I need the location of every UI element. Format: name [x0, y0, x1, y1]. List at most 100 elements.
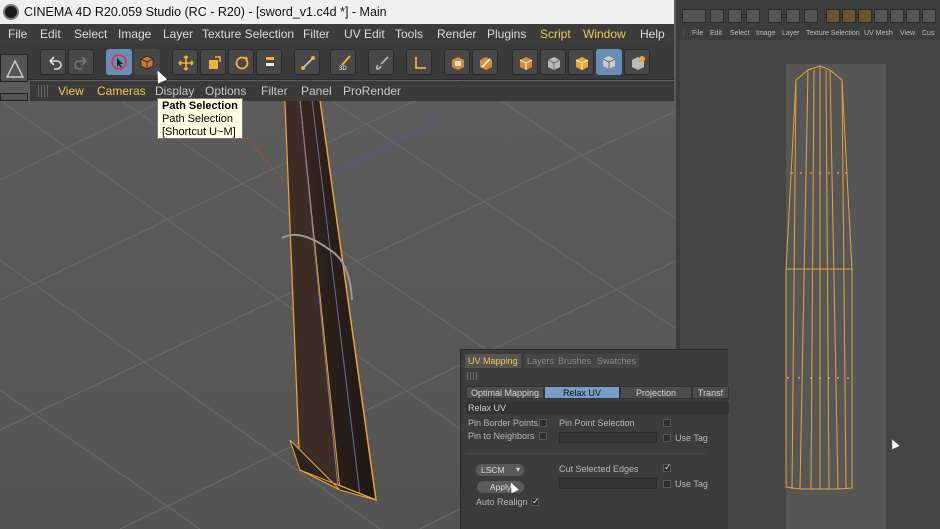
pin-point-selection-label: Pin Point Selection	[559, 418, 635, 428]
pin-border-points-checkbox[interactable]	[539, 419, 547, 427]
menu-script[interactable]: Script	[540, 24, 571, 44]
uv-tool-8-button[interactable]	[826, 9, 840, 23]
menu-image[interactable]: Image	[118, 24, 151, 44]
uv-tool-9-button[interactable]	[842, 9, 856, 23]
tab-optimal-mapping[interactable]: Optimal Mapping	[466, 386, 544, 399]
menu-plugins[interactable]: Plugins	[487, 24, 526, 44]
tab-brushes[interactable]: Brushes	[555, 354, 595, 368]
menu-window[interactable]: Window	[583, 24, 626, 44]
magnet-button[interactable]	[256, 49, 282, 75]
cut-selected-edges-checkbox[interactable]	[663, 462, 672, 473]
undo-icon	[49, 56, 62, 70]
cut-selected-edges-label: Cut Selected Edges	[559, 464, 639, 474]
viewport-menu-panel[interactable]: Panel	[301, 81, 332, 101]
uv-tool-2-button[interactable]	[710, 9, 724, 23]
auto-realign-label: Auto Realign	[476, 497, 528, 507]
auto-realign-checkbox[interactable]	[531, 496, 540, 507]
uv-tool-6-button[interactable]	[786, 9, 800, 23]
uv-menu-file[interactable]: File	[692, 28, 703, 40]
view-cube-4-icon	[602, 56, 616, 69]
scale-button[interactable]	[200, 49, 226, 75]
redo-icon	[74, 56, 87, 70]
view-cube-4-button[interactable]	[596, 49, 622, 75]
side-tool-button[interactable]	[0, 54, 28, 82]
tab-relax-uv[interactable]: Relax UV	[544, 386, 620, 399]
uv-menu-edit[interactable]: Edit	[710, 28, 722, 40]
uv-menu-view[interactable]: View	[900, 28, 915, 40]
menu-edit[interactable]: Edit	[40, 24, 61, 44]
tooltip-title: Path Selection	[162, 100, 238, 112]
view-cube-1-button[interactable]	[512, 49, 538, 75]
viewport-menu-view[interactable]: View	[58, 81, 84, 101]
menu-help[interactable]: Help	[640, 24, 665, 44]
viewport-menu-prorender[interactable]: ProRender	[343, 81, 401, 101]
uv-tool-10-button[interactable]	[858, 9, 872, 23]
view-cube-3-button[interactable]	[568, 49, 594, 75]
uv-menu-uv-mesh[interactable]: UV Mesh	[864, 28, 893, 40]
uv-tool-12-button[interactable]	[890, 9, 904, 23]
view-cube-3-icon	[575, 57, 589, 70]
tooltip-shortcut: [Shortcut U~M]	[162, 126, 236, 138]
pin-to-neighbors-checkbox[interactable]	[539, 432, 547, 440]
menu-filter[interactable]: Filter	[303, 24, 330, 44]
title-bar: CINEMA 4D R20.059 Studio (RC - R20) - [s…	[0, 0, 674, 24]
grip-icon	[467, 372, 477, 380]
pin-point-selection-field[interactable]	[559, 432, 657, 443]
uv-angle-icon	[415, 57, 426, 69]
uv-mode-tabs: Optimal Mapping Relax UV Projection Tran…	[466, 386, 729, 399]
pin-point-selection-checkbox[interactable]	[663, 419, 671, 427]
tab-uv-mapping[interactable]: UV Mapping	[465, 354, 521, 368]
render-queue-button[interactable]	[472, 49, 498, 75]
uv-menu-texture-selection[interactable]: Texture Selection	[806, 28, 860, 40]
live-selection-icon	[111, 54, 127, 70]
menu-render[interactable]: Render	[437, 24, 476, 44]
menu-texture-selection[interactable]: Texture Selection	[202, 24, 294, 44]
uv-tool-7-button[interactable]	[804, 9, 818, 23]
use-tag-1-checkbox[interactable]	[663, 434, 671, 442]
uv-tool-14-button[interactable]	[922, 9, 936, 23]
menu-select[interactable]: Select	[74, 24, 107, 44]
uv-angle-button[interactable]	[406, 49, 432, 75]
uv-points-button[interactable]	[294, 49, 320, 75]
grip-icon	[38, 85, 50, 97]
uv-tool-3-button[interactable]	[728, 9, 742, 23]
view-cube-2-button[interactable]	[540, 49, 566, 75]
tab-transform[interactable]: Transf	[692, 386, 729, 399]
use-tag-2-checkbox[interactable]	[663, 480, 671, 488]
tab-swatches[interactable]: Swatches	[594, 354, 640, 368]
uv-menu-image[interactable]: Image	[756, 28, 775, 40]
render-queue-icon	[480, 57, 492, 70]
relax-method-dropdown[interactable]: LSCM	[476, 464, 524, 476]
view-cube-5-icon	[632, 56, 645, 70]
menu-layer[interactable]: Layer	[163, 24, 193, 44]
side-tool-button-2[interactable]	[0, 93, 28, 101]
viewport-menu-filter[interactable]: Filter	[261, 81, 288, 101]
uv-tool-4-button[interactable]	[746, 9, 760, 23]
uv-tool-11-button[interactable]	[874, 9, 888, 23]
uv-tool-13-button[interactable]	[906, 9, 920, 23]
texture-mode-icon	[140, 55, 154, 70]
brush-3d-button[interactable]: 3D	[330, 49, 356, 75]
uv-menu-cus[interactable]: Cus	[922, 28, 934, 40]
tab-projection[interactable]: Projection	[620, 386, 692, 399]
menu-uv-edit[interactable]: UV Edit	[344, 24, 385, 44]
tab-layers[interactable]: Layers	[524, 354, 558, 368]
uv-tool-1-button[interactable]	[682, 9, 706, 23]
uv-menu-layer[interactable]: Layer	[782, 28, 800, 40]
uv-tool-5-button[interactable]	[768, 9, 782, 23]
undo-button[interactable]	[40, 49, 66, 75]
divider	[466, 453, 706, 454]
cut-edges-selection-field[interactable]	[559, 478, 657, 489]
uv-menu-select[interactable]: Select	[730, 28, 749, 40]
redo-button[interactable]	[68, 49, 94, 75]
menu-file[interactable]: File	[8, 24, 27, 44]
viewport-menu-cameras[interactable]: Cameras	[97, 81, 146, 101]
view-cube-5-button[interactable]	[624, 49, 650, 75]
move-button[interactable]	[172, 49, 198, 75]
menu-tools[interactable]: Tools	[395, 24, 423, 44]
rotate-button[interactable]	[228, 49, 254, 75]
paint-button[interactable]	[368, 49, 394, 75]
render-view-button[interactable]	[444, 49, 470, 75]
render-view-icon	[452, 57, 464, 70]
live-selection-button[interactable]	[106, 49, 132, 75]
